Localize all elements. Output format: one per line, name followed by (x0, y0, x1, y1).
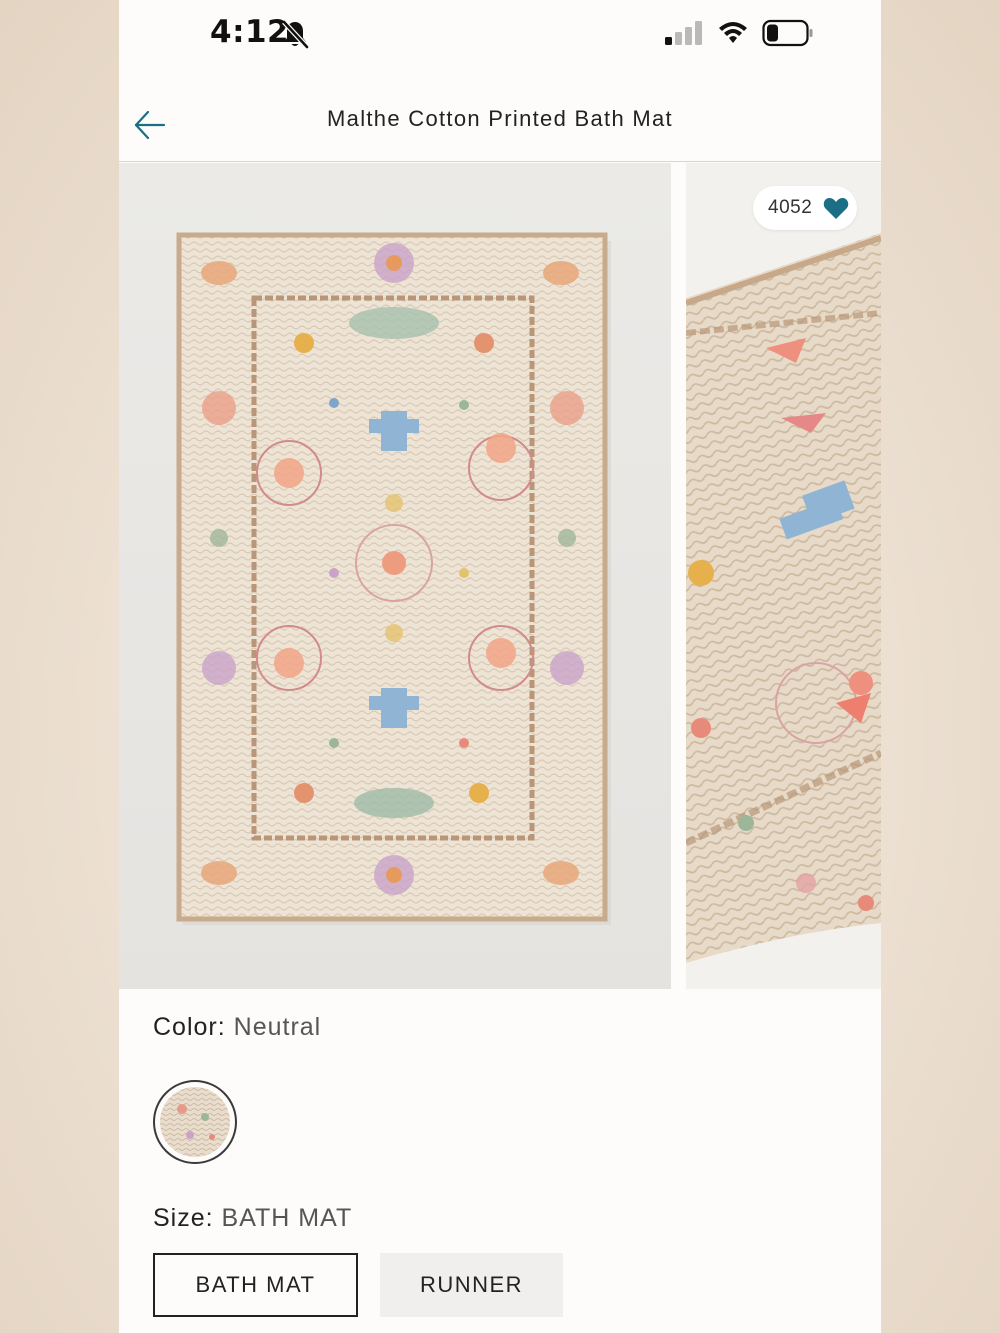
wifi-icon (719, 22, 747, 43)
battery-icon (762, 19, 813, 47)
size-label: Size: BATH MAT (153, 1204, 352, 1233)
size-value: BATH MAT (221, 1204, 353, 1232)
product-image-detail[interactable] (686, 163, 881, 989)
size-label-text: Size: (153, 1204, 214, 1232)
color-value: Neutral (233, 1013, 322, 1041)
signal-icon (665, 21, 702, 45)
bell-slash-icon (282, 20, 309, 49)
status-time: 4:12 (210, 14, 290, 50)
back-arrow-icon[interactable] (133, 108, 167, 142)
size-option-bath-mat[interactable]: BATH MAT (153, 1253, 358, 1317)
color-label: Color: Neutral (153, 1013, 321, 1042)
color-swatch-neutral[interactable] (153, 1080, 237, 1164)
nav-header: Malthe Cotton Printed Bath Mat (119, 86, 881, 162)
heart-icon[interactable] (823, 196, 849, 220)
app-screen: 4:12 Malthe Cotton Printed Bath Mat 4052… (119, 0, 881, 1333)
product-image-gallery[interactable]: 4052 (119, 163, 881, 989)
product-image-main[interactable] (119, 163, 671, 989)
size-option-runner[interactable]: RUNNER (380, 1253, 563, 1317)
page-title: Malthe Cotton Printed Bath Mat (327, 106, 673, 131)
likes-count: 4052 (768, 197, 813, 218)
rug-illustration (176, 232, 611, 925)
likes-badge[interactable]: 4052 (753, 186, 857, 230)
swatch-image (160, 1087, 230, 1157)
status-bar: 4:12 (119, 0, 881, 70)
rug-detail-illustration (686, 233, 881, 989)
color-label-text: Color: (153, 1013, 226, 1041)
